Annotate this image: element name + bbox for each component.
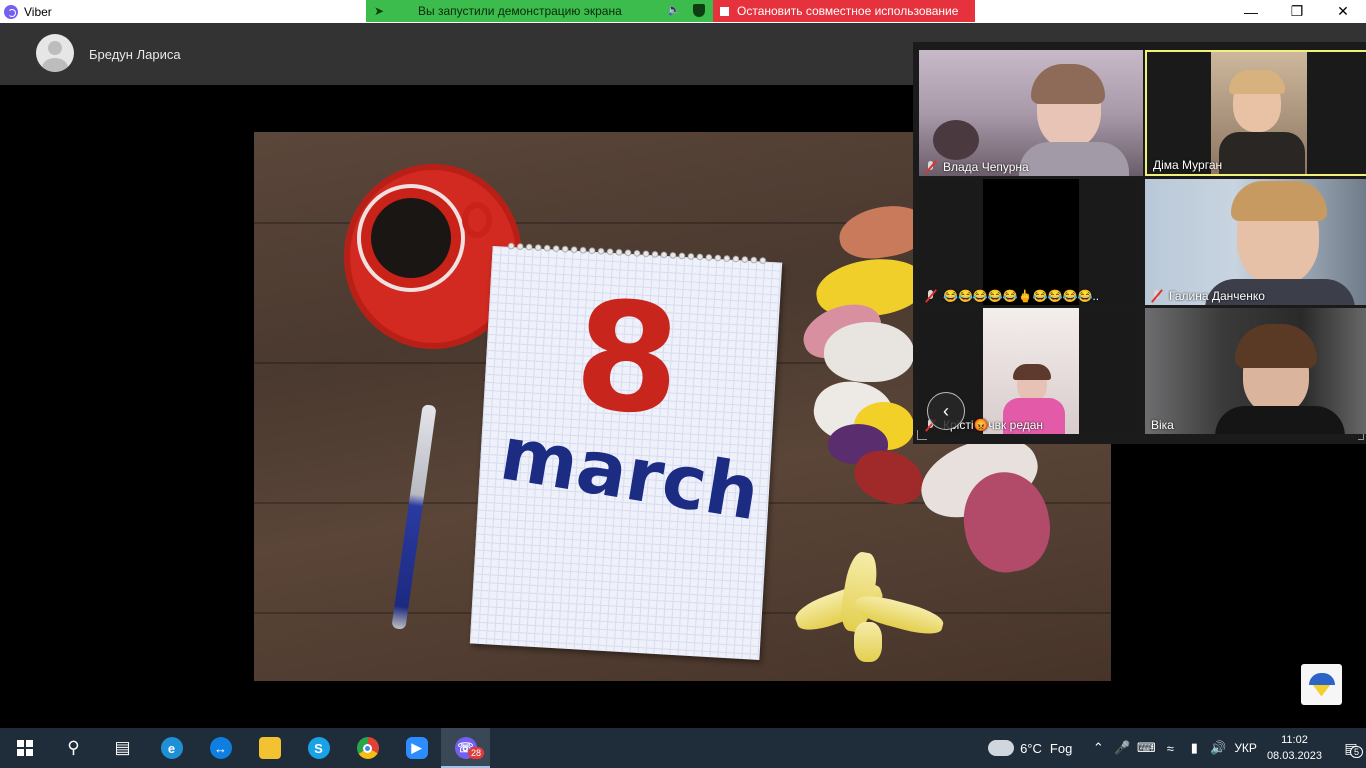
participant-tile[interactable]: 😂😂😂😂😂🖕😂😂😂😂.. <box>919 179 1143 305</box>
participant-name: Галина Данченко <box>1169 289 1265 303</box>
volume-icon[interactable]: 🔊 <box>1206 740 1230 756</box>
system-tray: 6°C Fog ⌃ 🎤 ⌨ ≈ ▮ 🔊 УКР 11:02 08.03.2023… <box>988 728 1366 768</box>
caller-name: Бредун Лариса <box>89 47 181 62</box>
speaker-icon[interactable]: 🔈 <box>667 3 681 16</box>
participant-name: 😂😂😂😂😂🖕😂😂😂😂.. <box>943 289 1100 303</box>
notebook: 8 march <box>469 240 783 661</box>
window-controls: — ❐ ✕ <box>1228 0 1366 23</box>
folder-icon <box>258 737 281 759</box>
participants-panel: Влада Чепурна Діма Мурган 😂😂😂😂😂🖕😂😂😂😂.. Г… <box>913 42 1366 444</box>
chrome-icon <box>356 737 379 759</box>
shield-icon <box>693 4 705 17</box>
mic-off-icon <box>925 290 937 302</box>
big-number: 8 <box>570 269 685 449</box>
weather-temp[interactable]: 6°C <box>1020 741 1042 756</box>
pen <box>391 404 437 630</box>
collapse-panel-button[interactable]: ‹ <box>927 392 965 430</box>
skype-icon: S <box>307 737 330 759</box>
screen-share-banner: ➤ Вы запустили демонстрацию экрана 🔈 Ост… <box>366 0 975 22</box>
viber-logo-icon <box>4 4 18 19</box>
resize-handle-icon[interactable] <box>1358 434 1364 440</box>
search-icon: ⚲ <box>67 738 80 757</box>
language-indicator[interactable]: УКР <box>1234 741 1257 755</box>
participant-name: Віка <box>1151 418 1174 432</box>
notification-count: 5 <box>1350 746 1364 758</box>
keyboard-icon[interactable]: ⌨ <box>1134 740 1158 756</box>
participant-tile[interactable]: Влада Чепурна <box>919 50 1143 176</box>
battery-icon[interactable]: ▮ <box>1182 740 1206 756</box>
clock-date: 08.03.2023 <box>1266 750 1322 762</box>
wifi-icon[interactable]: ≈ <box>1158 741 1182 756</box>
start-button[interactable] <box>0 728 49 768</box>
participant-tile-active[interactable]: Діма Мурган <box>1145 50 1366 176</box>
avatar[interactable] <box>36 34 74 72</box>
share-arrow-icon: ➤ <box>373 4 385 18</box>
yellow-ribbon <box>791 532 946 662</box>
viber-taskbar-button[interactable]: ☏ 28 <box>441 728 490 768</box>
windows-logo-icon <box>16 740 33 756</box>
participant-tile[interactable]: Галина Данченко <box>1145 179 1366 305</box>
search-button[interactable]: ⚲ <box>49 728 98 768</box>
participant-name: Діма Мурган <box>1153 158 1223 172</box>
task-view-button[interactable]: ▤ <box>98 728 147 768</box>
taskbar: ⚲ ▤ e ↔ S ▶ ☏ 28 6°C Fog ⌃ 🎤 ⌨ ≈ ▮ 🔊 УКР… <box>0 728 1366 768</box>
stop-sharing-label: Остановить совместное использование <box>737 4 959 18</box>
chevron-up-icon[interactable]: ⌃ <box>1086 740 1110 756</box>
close-button[interactable]: ✕ <box>1320 0 1366 23</box>
zoom-button[interactable]: ▶ <box>392 728 441 768</box>
participant-tile[interactable]: Віка <box>1145 308 1366 434</box>
microphone-icon[interactable]: 🎤 <box>1110 740 1134 756</box>
file-explorer-button[interactable] <box>245 728 294 768</box>
chrome-button[interactable] <box>343 728 392 768</box>
window-title: Viber <box>24 4 52 19</box>
heart-icon <box>1308 672 1335 697</box>
mic-off-icon <box>1151 290 1163 302</box>
coffee-cup <box>357 184 465 292</box>
cup-handle <box>462 202 492 238</box>
stop-sharing-button[interactable]: Остановить совместное использование <box>713 0 975 22</box>
resize-handle-icon[interactable] <box>917 430 927 440</box>
clock[interactable]: 11:02 08.03.2023 <box>1267 732 1322 764</box>
mic-off-icon <box>925 161 937 173</box>
stop-icon <box>720 6 729 16</box>
unread-badge: 28 <box>468 747 485 759</box>
participant-name: Влада Чепурна <box>943 160 1029 174</box>
task-view-icon: ▤ <box>114 738 131 757</box>
edge-button[interactable]: e <box>147 728 196 768</box>
cloud-icon[interactable] <box>988 740 1015 756</box>
march-word: march <box>494 410 766 538</box>
minimize-button[interactable]: — <box>1228 0 1274 23</box>
skype-button[interactable]: S <box>294 728 343 768</box>
edge-icon: e <box>160 737 183 759</box>
teamviewer-button[interactable]: ↔ <box>196 728 245 768</box>
teamviewer-icon: ↔ <box>209 737 232 759</box>
ukraine-heart-badge <box>1301 664 1342 705</box>
zoom-icon: ▶ <box>405 737 428 759</box>
restore-button[interactable]: ❐ <box>1274 0 1320 23</box>
share-status-text: Вы запустили демонстрацию экрана <box>418 4 622 18</box>
viber-window: Viber — ❐ ✕ ➤ Вы запустили демонстрацию … <box>0 0 1366 728</box>
share-status[interactable]: ➤ Вы запустили демонстрацию экрана 🔈 <box>366 0 713 22</box>
clock-time: 11:02 <box>1281 734 1308 746</box>
notification-center-button[interactable]: ▤ 5 <box>1336 728 1366 768</box>
weather-condition[interactable]: Fog <box>1050 741 1072 756</box>
